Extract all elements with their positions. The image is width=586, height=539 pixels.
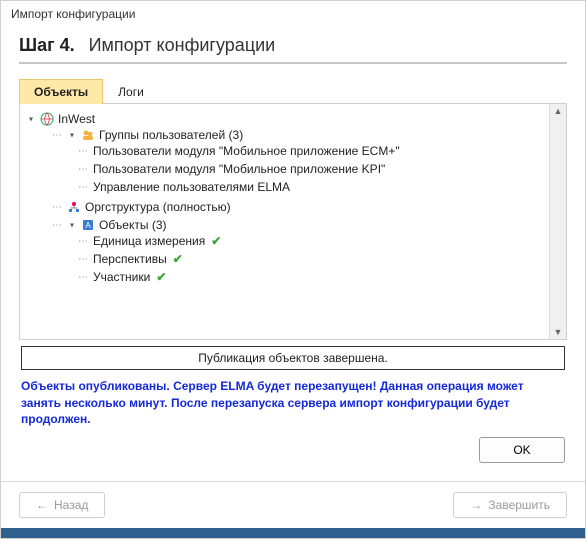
- tree-panel: ▾ InWest ⋯ ▾: [19, 103, 567, 340]
- tree-leaf[interactable]: Единица измерения: [93, 234, 205, 248]
- collapse-toggle[interactable]: ▾: [67, 130, 77, 140]
- cube-icon: A: [81, 218, 95, 232]
- ok-button[interactable]: OK: [479, 437, 565, 463]
- window-title: Импорт конфигурации: [1, 1, 585, 27]
- tree-node-objects[interactable]: Объекты (3): [99, 218, 167, 232]
- footer-accent-strip: [1, 528, 585, 538]
- tree-connector: ⋯: [52, 220, 63, 231]
- arrow-left-icon: ←: [36, 498, 48, 512]
- tree-connector: ⋯: [52, 202, 63, 213]
- svg-text:A: A: [85, 221, 91, 230]
- wizard-button-bar: ← Назад → Завершить: [1, 481, 585, 528]
- status-text: Публикация объектов завершена.: [21, 346, 565, 370]
- users-group-icon: [81, 128, 95, 142]
- tree-node-groups[interactable]: Группы пользователей (3): [99, 128, 243, 142]
- tab-bar: Объекты Логи: [19, 78, 567, 103]
- check-icon: ✔: [156, 270, 166, 284]
- check-icon: ✔: [173, 252, 183, 266]
- collapse-toggle[interactable]: ▾: [26, 114, 36, 124]
- tab-objects[interactable]: Объекты: [19, 79, 103, 104]
- tree-leaf[interactable]: Перспективы: [93, 252, 167, 266]
- scroll-down-button[interactable]: ▼: [551, 325, 565, 339]
- step-header: Шаг 4. Импорт конфигурации: [19, 27, 567, 64]
- arrow-right-icon: →: [470, 498, 482, 512]
- tree-connector: ⋯: [52, 130, 63, 141]
- globe-icon: [40, 112, 54, 126]
- back-button[interactable]: ← Назад: [19, 492, 105, 518]
- scroll-up-button[interactable]: ▲: [551, 104, 565, 118]
- orgchart-icon: [67, 200, 81, 214]
- back-button-label: Назад: [54, 498, 88, 512]
- collapse-toggle[interactable]: ▾: [67, 220, 77, 230]
- step-title: Импорт конфигурации: [89, 35, 276, 56]
- tab-logs[interactable]: Логи: [103, 79, 159, 104]
- finish-button-label: Завершить: [488, 498, 550, 512]
- tree-leaf[interactable]: Пользователи модуля "Мобильное приложени…: [93, 144, 400, 158]
- tree-leaf[interactable]: Участники: [93, 270, 150, 284]
- tree-leaf[interactable]: Управление пользователями ELMA: [93, 180, 290, 194]
- tree-leaf[interactable]: Пользователи модуля "Мобильное приложени…: [93, 162, 385, 176]
- vertical-scrollbar[interactable]: ▲ ▼: [549, 104, 566, 339]
- tree-root-label[interactable]: InWest: [58, 112, 95, 126]
- step-number: Шаг 4.: [19, 35, 75, 56]
- finish-button[interactable]: → Завершить: [453, 492, 567, 518]
- check-icon: ✔: [211, 234, 221, 248]
- notice-text: Объекты опубликованы. Сервер ELMA будет …: [19, 370, 567, 431]
- dialog-window: Импорт конфигурации Шаг 4. Импорт конфиг…: [0, 0, 586, 539]
- tree-node-org[interactable]: Оргструктура (полностью): [85, 200, 231, 214]
- object-tree[interactable]: ▾ InWest ⋯ ▾: [20, 104, 549, 339]
